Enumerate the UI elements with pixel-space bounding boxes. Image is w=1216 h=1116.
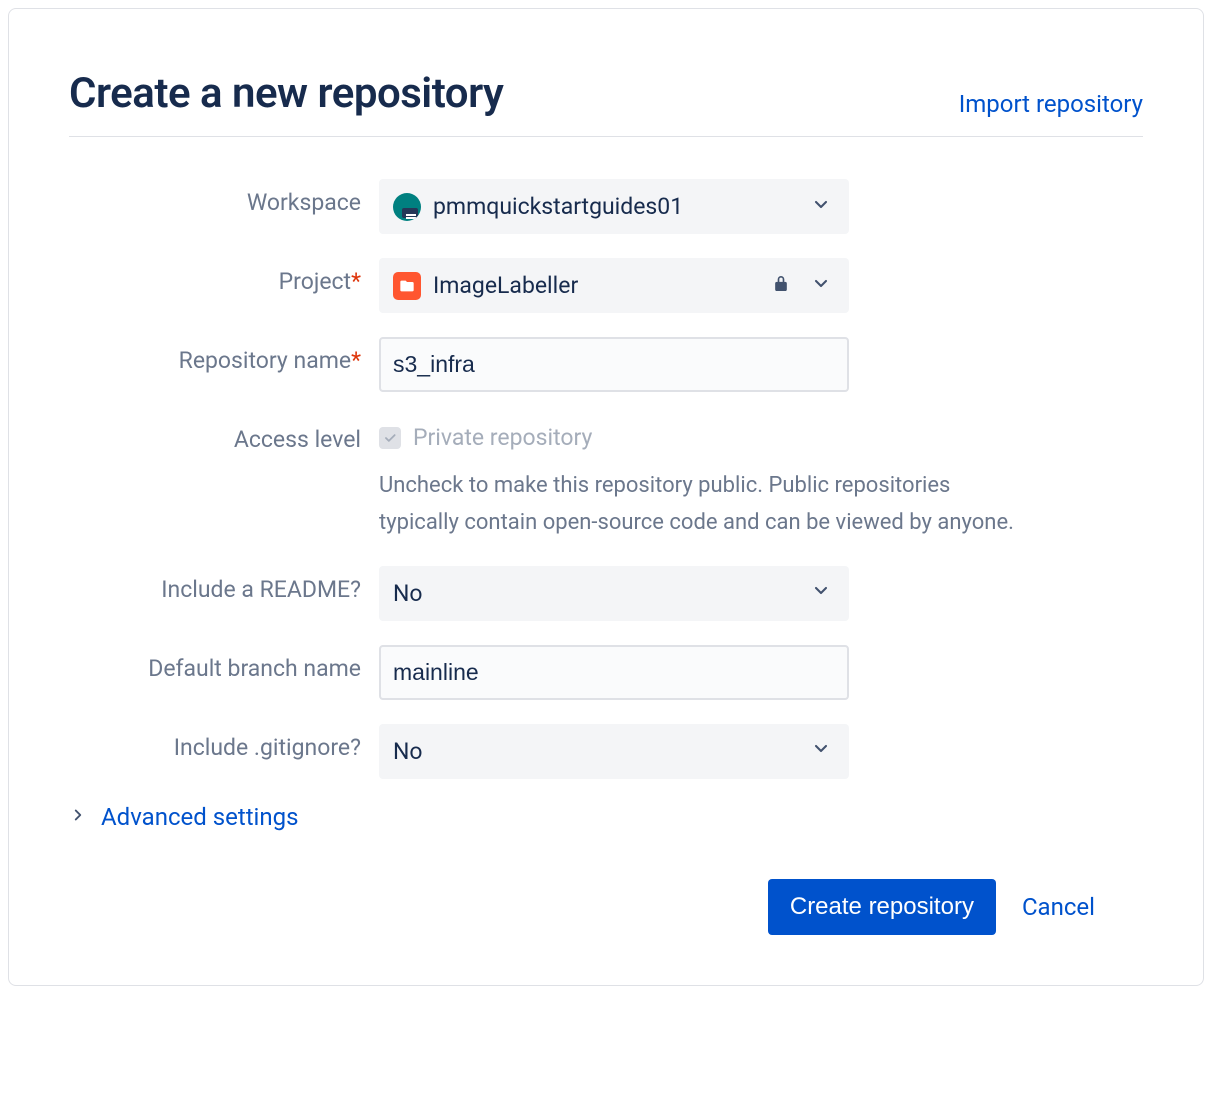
project-row: Project* ImageLabeller	[69, 258, 1143, 313]
chevron-right-icon	[69, 806, 87, 828]
create-repository-button[interactable]: Create repository	[768, 879, 996, 935]
workspace-select[interactable]: pmmquickstartguides01	[379, 179, 849, 234]
access-help-text: Uncheck to make this repository public. …	[379, 467, 1019, 542]
branch-label: Default branch name	[69, 645, 379, 685]
repo-name-input[interactable]	[379, 337, 849, 392]
branch-row: Default branch name	[69, 645, 1143, 700]
access-label: Access level	[69, 416, 379, 456]
advanced-settings-toggle[interactable]: Advanced settings	[69, 803, 1143, 831]
import-repository-link[interactable]: Import repository	[959, 90, 1143, 118]
readme-select[interactable]: No	[379, 566, 849, 621]
form: Workspace pmmquickstartguides01 Project*	[69, 179, 1143, 935]
chevron-down-icon	[811, 580, 831, 607]
gitignore-row: Include .gitignore? No	[69, 724, 1143, 779]
chevron-down-icon	[811, 272, 831, 299]
readme-value: No	[393, 580, 423, 607]
cancel-button[interactable]: Cancel	[1022, 893, 1095, 921]
workspace-avatar-icon	[393, 193, 421, 221]
access-row: Access level Private repository Uncheck …	[69, 416, 1143, 542]
gitignore-label: Include .gitignore?	[69, 724, 379, 764]
project-avatar-icon	[393, 272, 421, 300]
readme-label: Include a README?	[69, 566, 379, 606]
workspace-row: Workspace pmmquickstartguides01	[69, 179, 1143, 234]
lock-icon	[771, 272, 791, 299]
workspace-label: Workspace	[69, 179, 379, 219]
project-label: Project*	[69, 258, 379, 298]
project-select[interactable]: ImageLabeller	[379, 258, 849, 313]
create-repo-panel: Create a new repository Import repositor…	[8, 8, 1204, 986]
workspace-value: pmmquickstartguides01	[433, 193, 683, 220]
gitignore-select[interactable]: No	[379, 724, 849, 779]
panel-header: Create a new repository Import repositor…	[69, 69, 1143, 137]
gitignore-value: No	[393, 738, 423, 765]
readme-row: Include a README? No	[69, 566, 1143, 621]
repo-name-label: Repository name*	[69, 337, 379, 377]
chevron-down-icon	[811, 193, 831, 220]
advanced-settings-label: Advanced settings	[101, 803, 299, 831]
private-checkbox-label: Private repository	[413, 424, 592, 451]
private-checkbox-row[interactable]: Private repository	[379, 416, 1019, 451]
repo-name-row: Repository name*	[69, 337, 1143, 392]
form-footer: Create repository Cancel	[69, 879, 1143, 935]
private-checkbox[interactable]	[379, 427, 401, 449]
chevron-down-icon	[811, 738, 831, 765]
project-value: ImageLabeller	[433, 272, 578, 299]
branch-input[interactable]	[379, 645, 849, 700]
page-title: Create a new repository	[69, 69, 503, 118]
